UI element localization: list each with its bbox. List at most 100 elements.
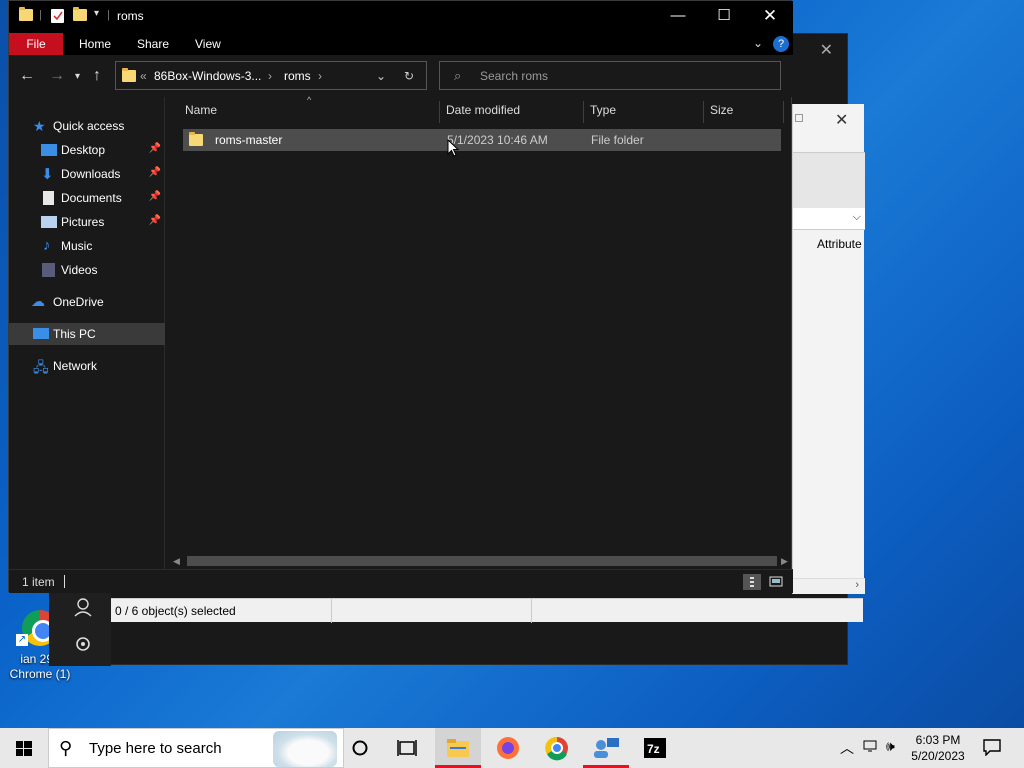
expand-ribbon-icon[interactable]: ⌄ [753, 36, 763, 50]
breadcrumb-chevron-icon[interactable]: › [318, 69, 322, 83]
7zip-icon[interactable]: 7z [632, 728, 678, 768]
taskbar-search-box[interactable]: ⚲ Type here to search [48, 728, 344, 768]
column-header-date-modified[interactable]: Date modified [446, 103, 520, 117]
picture-icon [41, 216, 57, 228]
up-arrow-icon[interactable]: ↑ [93, 67, 101, 85]
refresh-icon[interactable]: ↻ [404, 69, 414, 83]
background-window-close-icon[interactable]: ✕ [820, 40, 833, 60]
music-note-icon: ♪ [43, 237, 51, 254]
pin-icon[interactable]: 📌 [149, 191, 161, 202]
ribbon-tabs: File Home Share View ⌄ ? [9, 33, 793, 55]
tab-home[interactable]: Home [69, 33, 121, 55]
tab-share[interactable]: Share [127, 33, 179, 55]
sidebar-item-network[interactable]: 🖧 Network [9, 355, 165, 377]
close-button[interactable]: ✕ [747, 1, 793, 33]
column-header-size[interactable]: Size [710, 103, 733, 117]
desktop-icon [41, 144, 57, 156]
sidebar-icons [74, 598, 92, 651]
separator-icon: | [39, 9, 42, 21]
column-separator[interactable] [703, 101, 704, 123]
new-folder-icon[interactable] [73, 7, 87, 21]
breadcrumb-chevron-icon[interactable]: › [268, 69, 272, 83]
breadcrumb-parent[interactable]: 86Box-Windows-3... [154, 69, 261, 83]
firefox-icon[interactable] [485, 728, 531, 768]
task-view-icon[interactable] [384, 728, 430, 768]
pin-icon[interactable]: 📌 [149, 143, 161, 154]
sidebar-item-documents[interactable]: Documents 📌 [9, 187, 165, 209]
maximize-icon[interactable] [795, 114, 803, 122]
search-input[interactable]: ⌕ Search roms [439, 61, 781, 90]
breadcrumb-overflow[interactable]: « [140, 69, 147, 83]
file-row[interactable]: roms-master 5/1/2023 10:46 AM File folde… [183, 129, 781, 151]
show-hidden-icons-icon[interactable]: ︿ [840, 738, 854, 758]
pin-icon[interactable]: 📌 [149, 167, 161, 178]
sidebar-item-onedrive[interactable]: ☁ OneDrive [9, 291, 165, 313]
sidebar-item-label: OneDrive [53, 295, 104, 309]
scrollbar-thumb[interactable] [187, 556, 777, 566]
large-icons-view-icon[interactable] [767, 574, 785, 590]
sidebar-item-downloads[interactable]: ⬇ Downloads 📌 [9, 163, 165, 185]
chrome-icon[interactable] [534, 728, 580, 768]
column-header-type[interactable]: Type [590, 103, 616, 117]
customize-toolbar-icon[interactable]: ▾ [94, 8, 99, 19]
maximize-button[interactable]: ☐ [701, 1, 747, 33]
search-highlight-image[interactable] [273, 731, 337, 767]
properties-dialog[interactable]: ✕ ⌵ Attribute › [792, 104, 865, 594]
computer-icon [33, 328, 49, 339]
title-bar[interactable]: | ▾ | roms — ☐ ✕ [9, 1, 793, 33]
close-icon[interactable]: ✕ [835, 110, 848, 130]
minimize-button[interactable]: — [655, 1, 701, 33]
column-header-name[interactable]: Name [185, 103, 217, 117]
scroll-right-icon[interactable]: ▶ [781, 556, 788, 567]
tab-file[interactable]: File [9, 33, 63, 55]
search-icon: ⚲ [59, 738, 73, 758]
breadcrumb-current[interactable]: roms [284, 69, 311, 83]
column-separator[interactable] [439, 101, 440, 123]
help-icon[interactable]: ? [773, 36, 789, 52]
sidebar-item-label: Documents [61, 191, 122, 205]
file-explorer-icon[interactable] [435, 728, 481, 768]
sidebar-item-this-pc[interactable]: This PC [9, 323, 165, 345]
network-status-icon[interactable] [862, 738, 880, 757]
volume-icon[interactable]: 🕪 [886, 738, 895, 755]
sidebar-item-music[interactable]: ♪ Music [9, 235, 165, 257]
back-arrow-icon[interactable]: ← [19, 67, 35, 85]
file-explorer-window[interactable]: | ▾ | roms — ☐ ✕ File Home Share View ⌄ … [8, 0, 793, 593]
pin-icon[interactable]: 📌 [149, 215, 161, 226]
file-name[interactable]: roms-master [215, 133, 282, 147]
sidebar-item-label: Downloads [61, 167, 121, 181]
scroll-right-icon[interactable]: › [855, 579, 859, 591]
sidebar-item-desktop[interactable]: Desktop 📌 [9, 139, 165, 161]
navigation-pane: ★ Quick access Desktop 📌 ⬇ Downloads 📌 D… [9, 97, 165, 569]
action-center-icon[interactable] [982, 738, 1002, 759]
sidebar-item-quick-access[interactable]: ★ Quick access [9, 115, 165, 137]
column-separator[interactable] [583, 101, 584, 123]
dialog-dropdown[interactable]: ⌵ [793, 208, 865, 230]
address-bar[interactable]: « 86Box-Windows-3... › roms › ⌄ ↻ [115, 61, 427, 90]
address-history-dropdown-icon[interactable]: ⌄ [376, 69, 386, 83]
forward-arrow-icon[interactable]: → [49, 67, 65, 85]
sidebar-item-label: Desktop [61, 143, 106, 157]
dialog-horizontal-scrollbar[interactable]: › [793, 578, 865, 594]
sidebar-item-videos[interactable]: Videos [9, 259, 165, 281]
sidebar-item-label: Quick access [53, 119, 125, 133]
scroll-left-icon[interactable]: ◀ [173, 556, 180, 567]
details-view-icon[interactable] [743, 574, 761, 590]
recent-locations-icon[interactable]: ▾ [75, 71, 80, 82]
film-icon [42, 263, 55, 277]
start-button[interactable] [0, 728, 48, 768]
attribute-column-header: Attribute [817, 237, 862, 251]
horizontal-scrollbar[interactable]: ◀ ▶ [169, 553, 789, 569]
system-clock[interactable]: 6:03 PM 5/20/2023 [906, 732, 970, 764]
properties-icon[interactable] [51, 9, 64, 23]
sidebar-item-pictures[interactable]: Pictures 📌 [9, 211, 165, 233]
taskbar-search-placeholder: Type here to search [89, 740, 222, 757]
folder-icon [19, 7, 33, 21]
tab-view[interactable]: View [185, 33, 231, 55]
cortana-icon[interactable] [337, 728, 383, 768]
search-placeholder: Search roms [480, 69, 549, 83]
column-separator[interactable] [783, 101, 784, 123]
search-icon: ⌕ [454, 68, 462, 83]
file-list-pane[interactable]: ^ Name Date modified Type Size roms-mast… [165, 95, 791, 569]
people-icon[interactable] [583, 728, 629, 768]
